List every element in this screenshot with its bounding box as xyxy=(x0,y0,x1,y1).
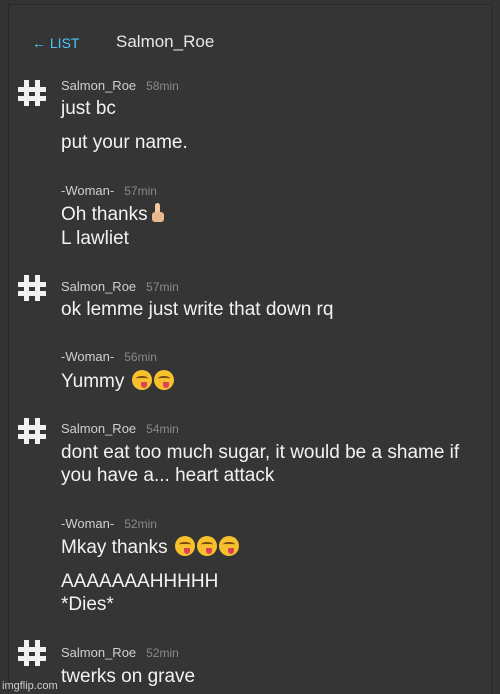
message-time: 54min xyxy=(146,422,179,436)
message-text-part: Oh thanks xyxy=(61,204,148,225)
message-author[interactable]: -Woman- xyxy=(61,183,114,198)
message-meta: Salmon_Roe 58min xyxy=(61,78,179,93)
message-text: Yummy xyxy=(61,370,174,393)
yum-face-icon xyxy=(131,370,152,390)
message-time: 52min xyxy=(146,646,179,660)
message-text: put your name. xyxy=(61,132,188,153)
message-meta: -Woman- 56min xyxy=(61,349,157,364)
message-meta: Salmon_Roe 57min xyxy=(61,279,179,294)
message-time: 52min xyxy=(124,517,157,531)
watermark: imgflip.com xyxy=(2,680,58,692)
message-meta: -Woman- 57min xyxy=(61,183,157,198)
message-text-part: Mkay thanks xyxy=(61,537,168,558)
message-author[interactable]: Salmon_Roe xyxy=(61,279,136,294)
message-time: 56min xyxy=(124,350,157,364)
hash-avatar-icon[interactable] xyxy=(17,78,47,108)
message-time: 57min xyxy=(124,184,157,198)
hash-avatar-icon[interactable] xyxy=(17,273,47,303)
message-text: AAAAAAAHHHHH xyxy=(61,571,219,592)
message-meta: -Woman- 52min xyxy=(61,516,157,531)
message-text-part: Yummy xyxy=(61,371,125,392)
chat-window: ← LIST Salmon_Roe Salmon_Roe 58min just b… xyxy=(8,4,492,694)
message-text: just bc xyxy=(61,98,116,119)
message-meta: Salmon_Roe 52min xyxy=(61,645,179,660)
message-author[interactable]: Salmon_Roe xyxy=(61,421,136,436)
message-author[interactable]: Salmon_Roe xyxy=(61,78,136,93)
yum-face-icon xyxy=(218,536,239,556)
message-time: 57min xyxy=(146,280,179,294)
thumbs-up-icon xyxy=(151,203,164,223)
message-text: ok lemme just write that down rq xyxy=(61,299,334,320)
message-text: twerks on grave xyxy=(61,666,196,687)
yum-face-icon xyxy=(174,536,195,556)
message-author[interactable]: Salmon_Roe xyxy=(61,645,136,660)
yum-face-icon xyxy=(153,370,174,390)
message-meta: Salmon_Roe 54min xyxy=(61,421,179,436)
back-to-list-link[interactable]: ← LIST xyxy=(32,35,79,51)
conversation-title: Salmon_Roe xyxy=(116,32,215,51)
message-text: Mkay thanks xyxy=(61,536,239,559)
yum-face-icon xyxy=(196,536,217,556)
message-text: L lawliet xyxy=(61,228,129,249)
message-author[interactable]: -Woman- xyxy=(61,516,114,531)
hash-avatar-icon[interactable] xyxy=(17,638,47,668)
message-text: dont eat too much sugar, it would be a s… xyxy=(61,442,460,463)
message-text: you have a... heart attack xyxy=(61,465,275,486)
hash-avatar-icon[interactable] xyxy=(17,416,47,446)
message-time: 58min xyxy=(146,79,179,93)
message-text: *Dies* xyxy=(61,594,114,615)
message-text: Oh thanks xyxy=(61,203,164,226)
message-author[interactable]: -Woman- xyxy=(61,349,114,364)
chat-header: ← LIST Salmon_Roe xyxy=(9,5,491,75)
